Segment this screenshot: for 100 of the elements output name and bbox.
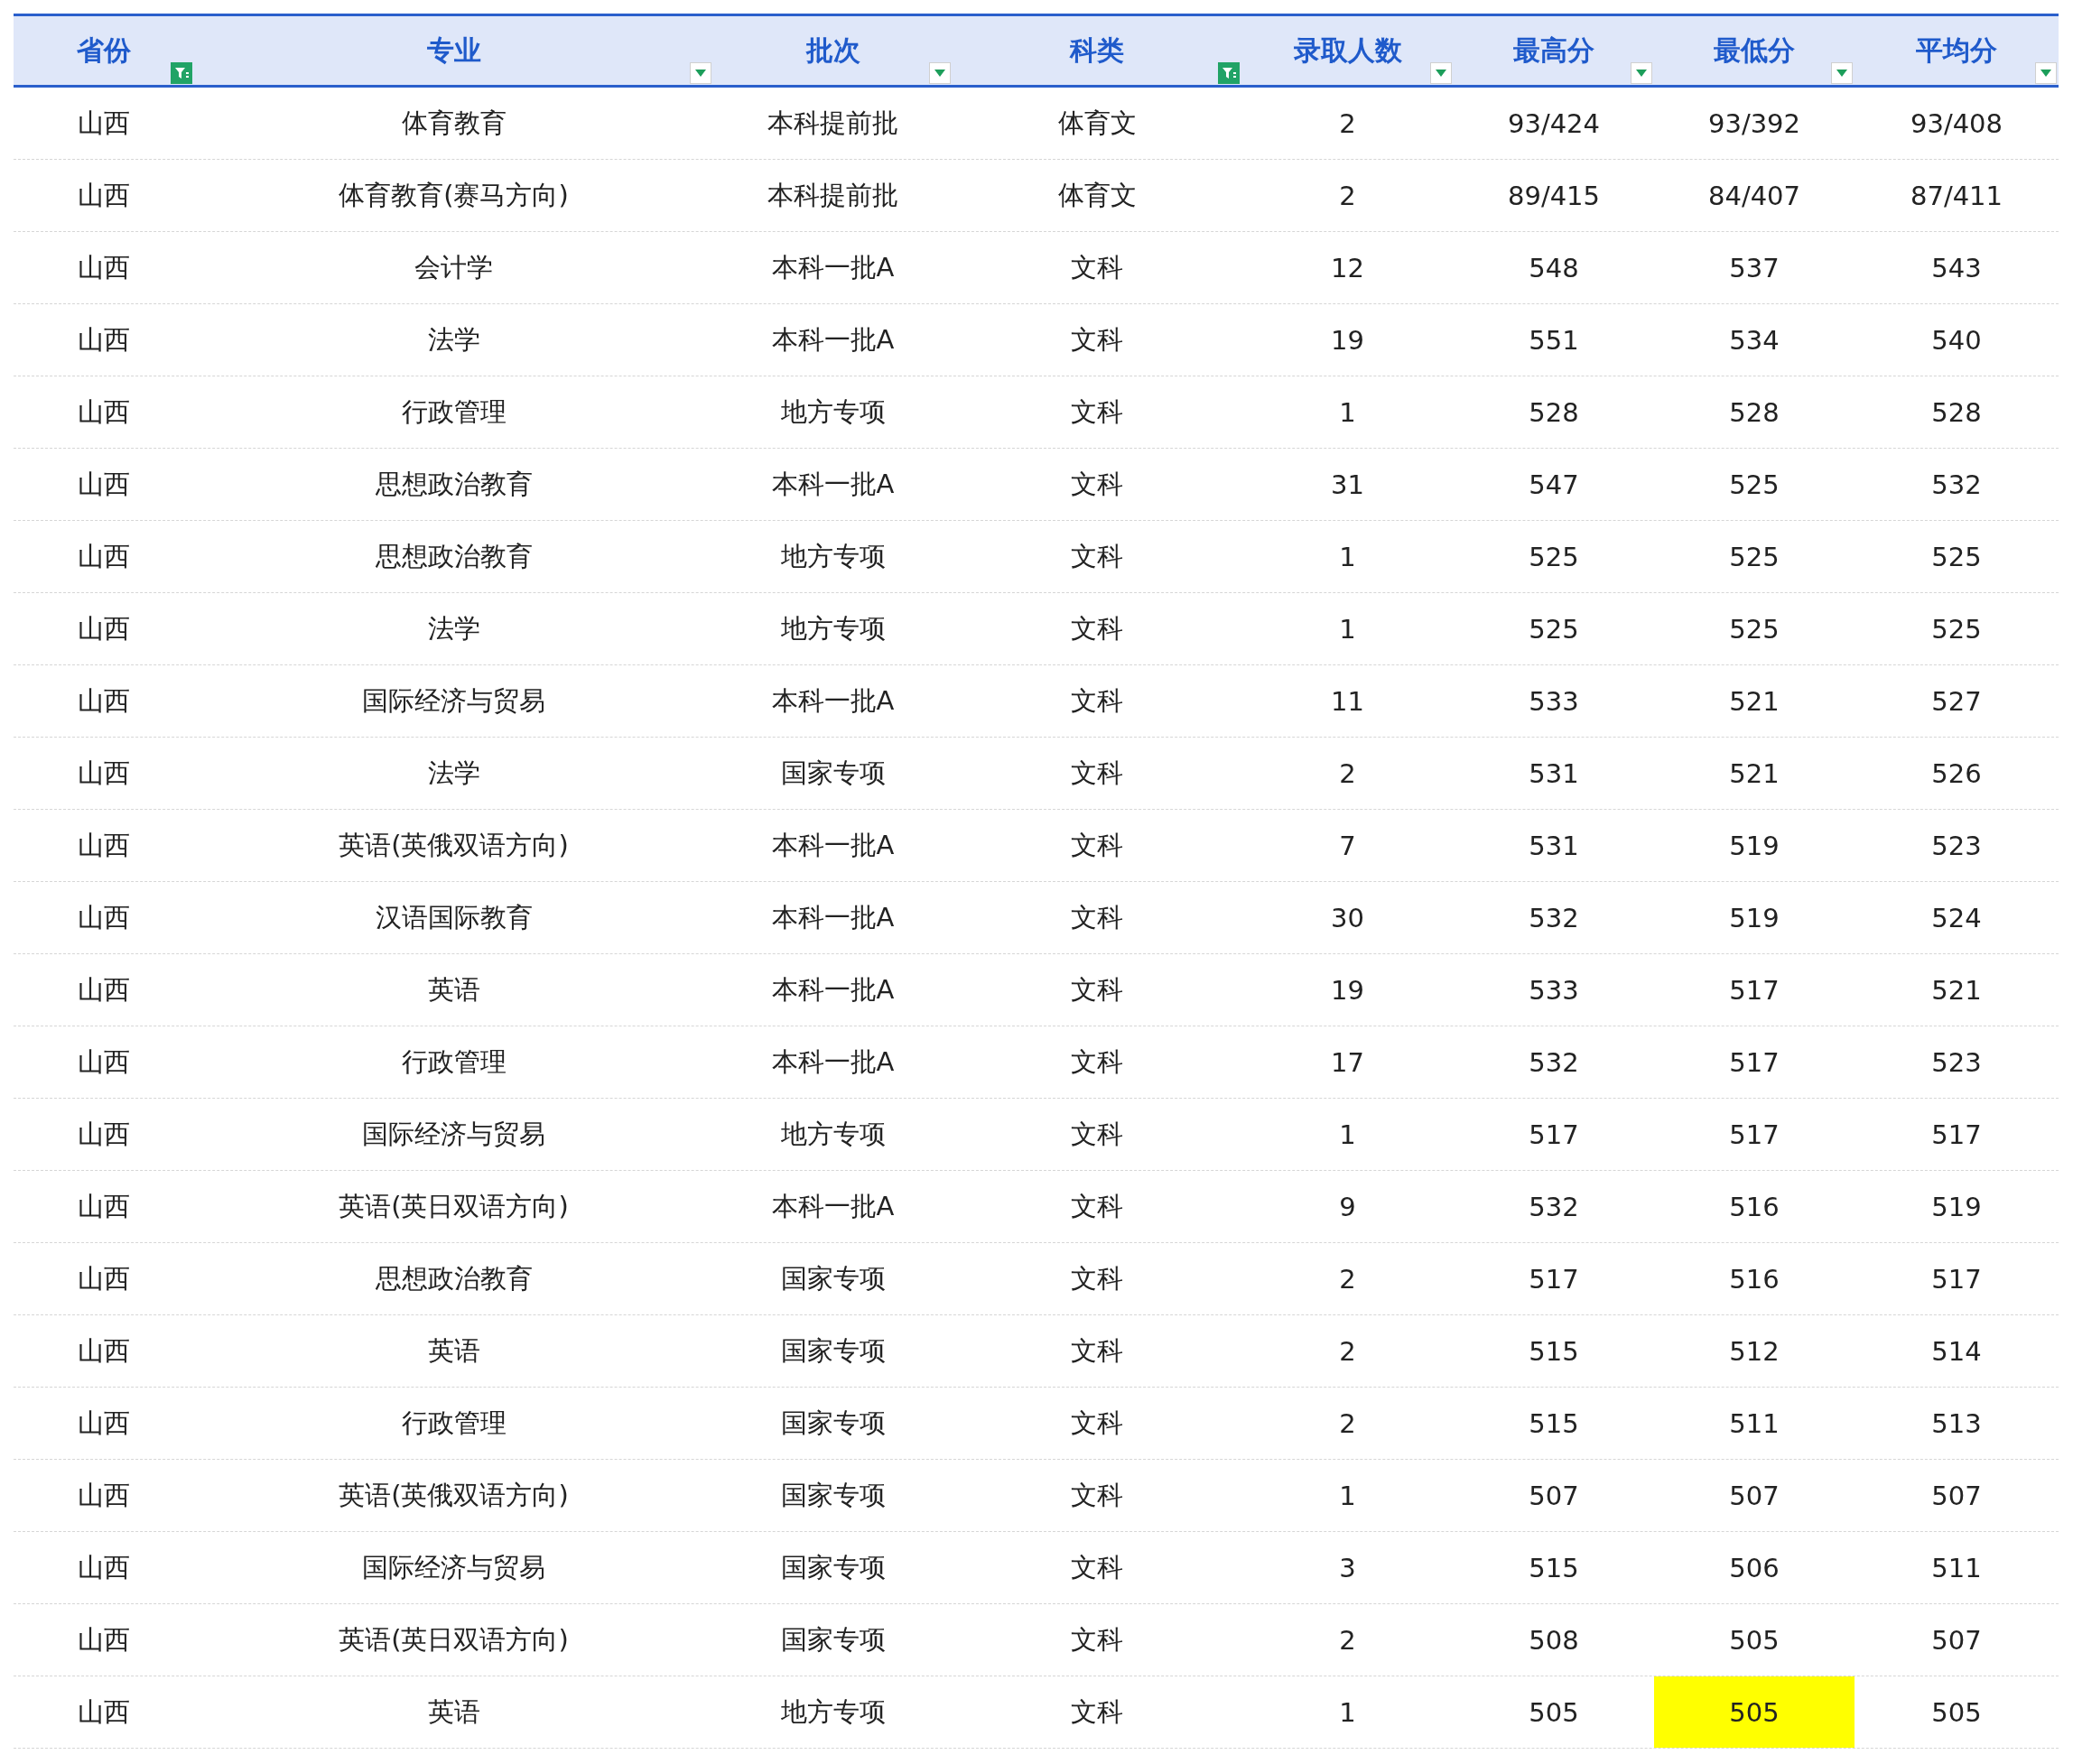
filter-dropdown-button[interactable] <box>690 62 711 84</box>
table-cell-text: 国际经济与贸易 <box>361 683 546 718</box>
table-cell-text: 505 <box>1528 1695 1580 1730</box>
table-cell-text: 行政管理 <box>400 1044 507 1079</box>
funnel-icon <box>173 65 190 81</box>
table-cell-text: 国际经济与贸易 <box>361 1117 546 1151</box>
table-cell-text: 英语(英日双语方向) <box>338 1622 570 1657</box>
table-cell-text: 国家专项 <box>779 756 887 790</box>
table-cell-text: 山西 <box>77 1189 131 1223</box>
table-cell-text: 519 <box>1930 1190 1983 1224</box>
table-cell-text: 本科一批A <box>770 1189 896 1223</box>
funnel-icon <box>1221 65 1237 81</box>
table-cell-text: 1 <box>1338 395 1357 430</box>
table-cell-text: 528 <box>1930 395 1983 430</box>
table-cell-text: 思想政治教育 <box>374 539 534 573</box>
table-cell-text: 英语(英俄双语方向) <box>338 828 570 862</box>
filter-active-button[interactable] <box>1218 62 1240 84</box>
table-cell-text: 515 <box>1528 1551 1580 1585</box>
table-cell-text: 3 <box>1338 1551 1357 1585</box>
table-cell-text: 517 <box>1728 1118 1780 1152</box>
table-cell-text: 537 <box>1728 251 1780 285</box>
table-cell-text: 山西 <box>77 1694 131 1729</box>
table-cell-text: 本科一批A <box>770 900 896 934</box>
table-cell-text: 国家专项 <box>779 1406 887 1440</box>
filter-active-button[interactable] <box>171 62 192 84</box>
table-cell-text: 531 <box>1528 829 1580 863</box>
table-cell-text: 533 <box>1528 684 1580 719</box>
table-cell-text: 文科 <box>1070 1261 1124 1295</box>
table-cell-text: 1 <box>1338 1479 1357 1513</box>
table-cell-text: 山西 <box>77 1044 131 1079</box>
table-cell-text: 2 <box>1338 757 1357 791</box>
table-cell-text: 507 <box>1528 1479 1580 1513</box>
table-cell-text: 517 <box>1728 973 1780 1007</box>
table-cell-text: 84/407 <box>1707 179 1801 213</box>
table-cell-text: 山西 <box>77 1261 131 1295</box>
table-cell-text: 528 <box>1528 395 1580 430</box>
table-cell-text: 文科 <box>1070 972 1124 1007</box>
table-cell-text: 517 <box>1528 1262 1580 1296</box>
table-cell-text: 山西 <box>77 467 131 501</box>
table-cell-text: 525 <box>1728 540 1780 574</box>
table-cell-text: 517 <box>1528 1118 1580 1152</box>
table-cell-text: 523 <box>1930 1045 1983 1080</box>
table-cell-text: 山西 <box>77 1333 131 1368</box>
table-cell-text: 地方专项 <box>779 539 887 573</box>
table-cell-text: 89/415 <box>1507 179 1601 213</box>
table-cell-text: 31 <box>1330 468 1365 502</box>
table-cell-text: 山西 <box>77 828 131 862</box>
table-cell-text: 本科提前批 <box>767 106 899 140</box>
table-cell-text: 国家专项 <box>779 1478 887 1512</box>
table-cell-text: 本科一批A <box>770 683 896 718</box>
table-cell-text: 525 <box>1528 540 1580 574</box>
table-cell-text: 519 <box>1728 829 1780 863</box>
caret-icon <box>1436 70 1446 77</box>
table-cell-text: 山西 <box>77 250 131 284</box>
filter-dropdown-button[interactable] <box>1631 62 1652 84</box>
table-cell-text: 国家专项 <box>779 1261 887 1295</box>
table-cell-text: 文科 <box>1070 539 1124 573</box>
table-cell-text: 文科 <box>1070 611 1124 645</box>
table-cell-text: 山西 <box>77 395 131 429</box>
table-cell-text: 525 <box>1528 612 1580 646</box>
column-header: 省份 <box>77 32 131 68</box>
table-cell-text: 文科 <box>1070 1044 1124 1079</box>
table-cell-text: 文科 <box>1070 1550 1124 1584</box>
table-cell-text: 行政管理 <box>400 1406 507 1440</box>
table-cell-text: 515 <box>1528 1407 1580 1441</box>
table-cell-text: 文科 <box>1070 467 1124 501</box>
caret-icon <box>695 70 706 77</box>
table-cell-text: 524 <box>1930 901 1983 935</box>
table-cell-text: 体育教育(赛马方向) <box>338 178 570 212</box>
table-cell-text: 525 <box>1930 612 1983 646</box>
table-cell-text: 532 <box>1528 1190 1580 1224</box>
caret-icon <box>2040 70 2051 77</box>
table-cell-text: 2 <box>1338 1623 1357 1657</box>
table-cell-text: 516 <box>1728 1262 1780 1296</box>
table-cell-text: 本科一批A <box>770 972 896 1007</box>
table-cell-text: 山西 <box>77 611 131 645</box>
table-cell-text: 本科一批A <box>770 322 896 357</box>
table-cell-text: 山西 <box>77 756 131 790</box>
table-cell-text: 517 <box>1930 1118 1983 1152</box>
table-cell-text: 思想政治教育 <box>374 467 534 501</box>
table-cell-text: 思想政治教育 <box>374 1261 534 1295</box>
table-cell-text: 2 <box>1338 1262 1357 1296</box>
filter-dropdown-button[interactable] <box>1430 62 1452 84</box>
table-cell-text: 国家专项 <box>779 1550 887 1584</box>
table-cell-text: 山西 <box>77 1550 131 1584</box>
table-cell-text: 19 <box>1330 973 1365 1007</box>
table-cell-text: 文科 <box>1070 250 1124 284</box>
table-cell-text: 540 <box>1930 323 1983 357</box>
table-cell-text: 文科 <box>1070 1117 1124 1151</box>
table-cell-text: 532 <box>1528 901 1580 935</box>
table-cell-text: 文科 <box>1070 900 1124 934</box>
table-cell-text: 532 <box>1930 468 1983 502</box>
table-cell-text: 会计学 <box>414 250 494 284</box>
filter-dropdown-button[interactable] <box>929 62 951 84</box>
table-cell-text: 文科 <box>1070 322 1124 357</box>
filter-dropdown-button[interactable] <box>2035 62 2057 84</box>
table-cell-text: 地方专项 <box>779 395 887 429</box>
table-cell-text: 526 <box>1930 757 1983 791</box>
filter-dropdown-button[interactable] <box>1831 62 1853 84</box>
table-cell-text: 2 <box>1338 179 1357 213</box>
